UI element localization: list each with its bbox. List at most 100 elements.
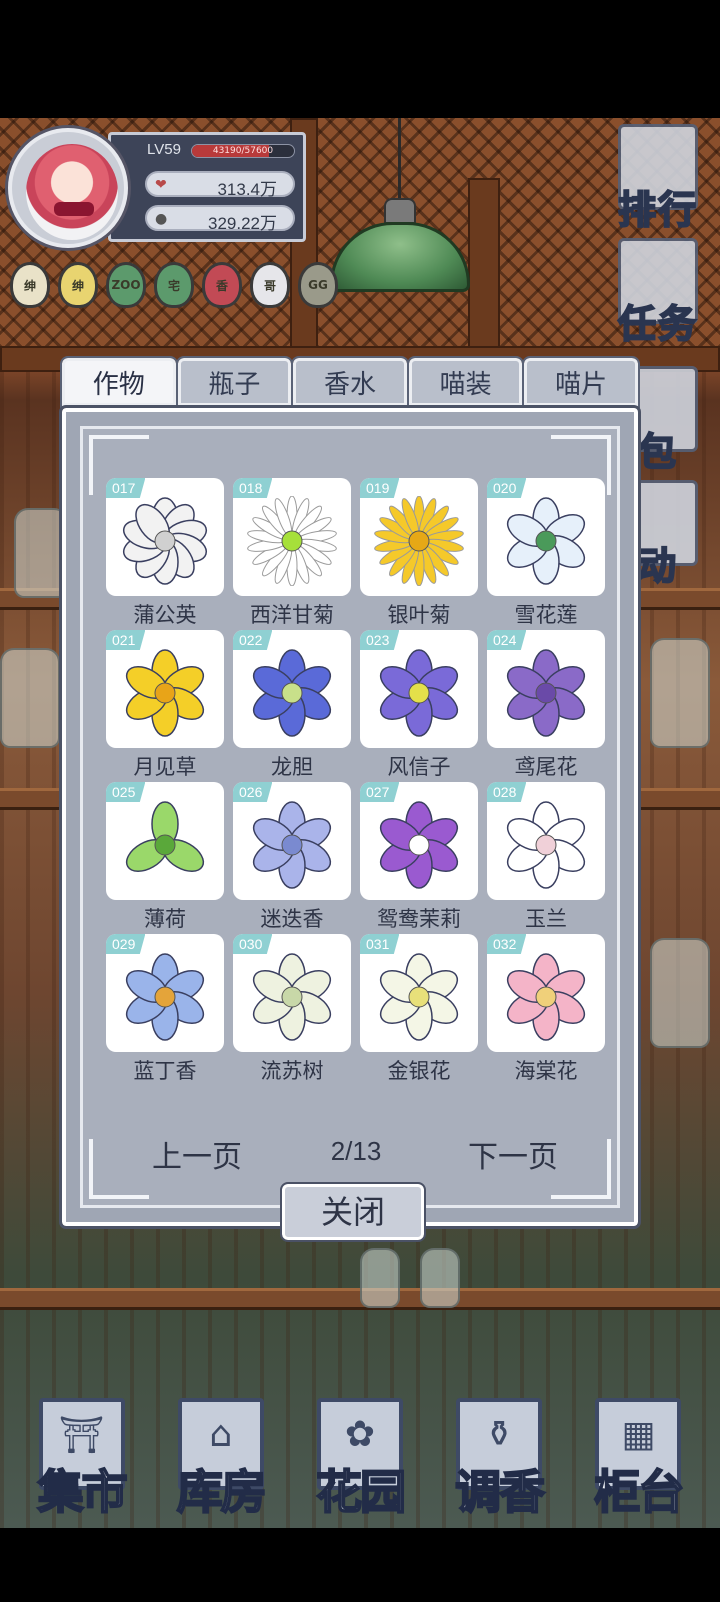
xp-bar: 43190/57600 — [191, 144, 295, 158]
item-cell[interactable]: 031 金银花 — [360, 934, 478, 1083]
item-card[interactable]: 019 — [360, 478, 478, 596]
jar — [650, 938, 710, 1048]
item-name: 玉兰 — [525, 907, 567, 931]
item-card[interactable]: 024 — [487, 630, 605, 748]
item-card[interactable]: 018 — [233, 478, 351, 596]
item-card[interactable]: 017 — [106, 478, 224, 596]
item-cell[interactable]: 025 薄荷 — [106, 782, 224, 931]
item-number: 019 — [360, 478, 400, 498]
item-cell[interactable]: 024 鸢尾花 — [487, 630, 605, 779]
item-cell[interactable]: 023 风信子 — [360, 630, 478, 779]
snowdrop-flower-icon — [501, 496, 591, 586]
close-button[interactable]: 关闭 — [280, 1182, 426, 1242]
item-grid: 017 蒲公英 018 西洋甘菊 019 银叶菊 020 雪花莲 021 月见草… — [106, 478, 606, 1083]
item-number: 023 — [360, 630, 400, 650]
fan-stat-value: 313.4万 — [217, 180, 277, 199]
item-cell[interactable]: 021 月见草 — [106, 630, 224, 779]
item-number: 021 — [106, 630, 146, 650]
title-badge[interactable]: ZOO — [106, 262, 146, 308]
item-cell[interactable]: 032 海棠花 — [487, 934, 605, 1083]
item-cell[interactable]: 029 蓝丁香 — [106, 934, 224, 1083]
item-card[interactable]: 022 — [233, 630, 351, 748]
item-name: 西洋甘菊 — [250, 603, 334, 627]
item-cell[interactable]: 019 银叶菊 — [360, 478, 478, 627]
item-cell[interactable]: 022 龙胆 — [233, 630, 351, 779]
title-badge[interactable]: 绅 — [10, 262, 50, 308]
item-cell[interactable]: 030 流苏树 — [233, 934, 351, 1083]
nav-counter-shelf[interactable]: ▦ 柜台 — [573, 1388, 703, 1520]
white-cluster-flower-icon — [120, 496, 210, 586]
item-card[interactable]: 028 — [487, 782, 605, 900]
rosemary-flower-icon — [247, 800, 337, 890]
item-number: 028 — [487, 782, 527, 802]
title-badge[interactable]: 哥 — [250, 262, 290, 308]
nav-label: 柜台 — [593, 1464, 685, 1520]
item-name: 蓝丁香 — [133, 1059, 197, 1083]
tab-1[interactable]: 瓶子 — [175, 356, 294, 408]
title-badge[interactable]: 香 — [202, 262, 242, 308]
item-number: 031 — [360, 934, 400, 954]
honeysuckle-flower-icon — [374, 952, 464, 1042]
item-cell[interactable]: 028 玉兰 — [487, 782, 605, 931]
coin-stat: ● 329.22万 — [145, 205, 295, 233]
coin-stat-value: 329.22万 — [208, 214, 277, 233]
blue-lilac-flower-icon — [120, 952, 210, 1042]
hyacinth-star-flower-icon — [374, 648, 464, 738]
item-cell[interactable]: 027 鸳鸯茉莉 — [360, 782, 478, 931]
item-card[interactable]: 023 — [360, 630, 478, 748]
rank-button[interactable]: 排行 — [610, 124, 706, 234]
item-number: 020 — [487, 478, 527, 498]
item-card[interactable]: 020 — [487, 478, 605, 596]
item-card[interactable]: 030 — [233, 934, 351, 1052]
item-cell[interactable]: 020 雪花莲 — [487, 478, 605, 627]
nav-label: 花园 — [315, 1464, 407, 1520]
jasmine-flower-icon — [374, 800, 464, 890]
avatar-frame[interactable] — [8, 128, 128, 248]
task-button[interactable]: 任务 — [610, 238, 706, 348]
player-profile[interactable]: LV59 43190/57600 ❤ 313.4万 ● 329.22万 — [8, 128, 308, 248]
nav-market-gate[interactable]: ⛩ 集市 — [17, 1388, 147, 1520]
nav-warehouse[interactable]: ⌂ 库房 — [156, 1388, 286, 1520]
item-name: 风信子 — [387, 755, 451, 779]
item-name: 月见草 — [133, 755, 197, 779]
item-number: 027 — [360, 782, 400, 802]
tab-0[interactable]: 作物 — [60, 356, 178, 408]
item-card[interactable]: 021 — [106, 630, 224, 748]
lamp-cord — [398, 118, 401, 200]
item-cell[interactable]: 017 蒲公英 — [106, 478, 224, 627]
tab-4[interactable]: 喵片 — [522, 356, 640, 408]
item-card[interactable]: 031 — [360, 934, 478, 1052]
tab-2[interactable]: 香水 — [291, 356, 409, 408]
item-number: 025 — [106, 782, 146, 802]
item-cell[interactable]: 026 迷迭香 — [233, 782, 351, 931]
item-card[interactable]: 032 — [487, 934, 605, 1052]
pager: 上一页 2/13 下一页 — [126, 1132, 586, 1176]
coin-icon: ● — [155, 211, 168, 227]
item-number: 024 — [487, 630, 527, 650]
prev-page-button[interactable]: 上一页 — [152, 1132, 242, 1176]
title-badge[interactable]: 宅 — [154, 262, 194, 308]
title-badge[interactable]: 绅 — [58, 262, 98, 308]
jar — [0, 648, 60, 748]
fringe-tree-flower-icon — [247, 952, 337, 1042]
tab-3[interactable]: 喵装 — [406, 356, 525, 408]
nav-perfume-bottle[interactable]: ⚱ 调香 — [434, 1388, 564, 1520]
item-name: 流苏树 — [260, 1059, 324, 1083]
next-page-button[interactable]: 下一页 — [468, 1132, 558, 1176]
avatar — [26, 144, 118, 240]
item-card[interactable]: 027 — [360, 782, 478, 900]
nav-rose[interactable]: ✿ 花园 — [295, 1388, 425, 1520]
item-name: 蒲公英 — [133, 603, 197, 627]
gentian-flower-icon — [247, 648, 337, 738]
item-number: 030 — [233, 934, 273, 954]
title-badge[interactable]: GG — [298, 262, 338, 308]
item-card[interactable]: 026 — [233, 782, 351, 900]
item-card[interactable]: 025 — [106, 782, 224, 900]
item-card[interactable]: 029 — [106, 934, 224, 1052]
collection-panel: 017 蒲公英 018 西洋甘菊 019 银叶菊 020 雪花莲 021 月见草… — [59, 405, 641, 1229]
rank-label: 排行 — [617, 186, 698, 233]
mint-leaves-icon — [120, 800, 210, 890]
nav-label: 调香 — [454, 1464, 546, 1520]
item-name: 银叶菊 — [387, 603, 451, 627]
item-cell[interactable]: 018 西洋甘菊 — [233, 478, 351, 627]
